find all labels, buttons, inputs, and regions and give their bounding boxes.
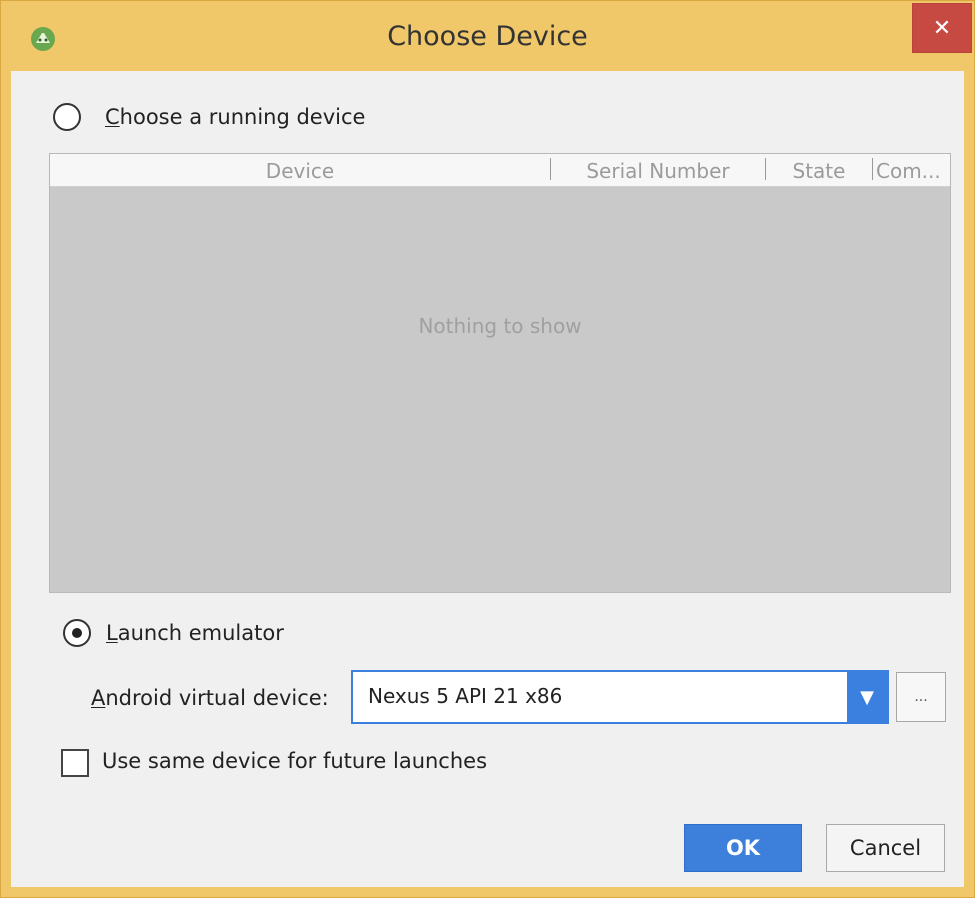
ok-button[interactable]: OK [684, 824, 802, 872]
device-table[interactable]: Device Serial Number State Com... Nothin… [49, 153, 951, 593]
cancel-button[interactable]: Cancel [826, 824, 945, 872]
choose-running-device-radio[interactable] [53, 103, 81, 131]
close-button[interactable]: ✕ [912, 3, 972, 53]
choose-device-dialog: Choose Device ✕ Choose a running device … [0, 0, 975, 898]
column-header-compatible[interactable]: Com... [876, 154, 948, 186]
title-bar[interactable]: Choose Device ✕ [1, 1, 974, 71]
device-table-header: Device Serial Number State Com... [50, 154, 950, 187]
column-header-serial-number[interactable]: Serial Number [551, 154, 765, 186]
android-virtual-device-select[interactable]: Nexus 5 API 21 x86 ▼ [351, 670, 889, 724]
column-header-state[interactable]: State [766, 154, 872, 186]
empty-table-message: Nothing to show [418, 314, 582, 338]
dialog-title: Choose Device [387, 21, 588, 52]
android-virtual-device-label: Android virtual device: [91, 686, 329, 710]
use-same-device-checkbox[interactable] [61, 749, 89, 777]
dropdown-arrow-button[interactable]: ▼ [847, 672, 887, 722]
selected-avd-value: Nexus 5 API 21 x86 [368, 684, 563, 708]
close-icon: ✕ [932, 15, 952, 41]
launch-emulator-label[interactable]: Launch emulator [106, 621, 284, 645]
use-same-device-label[interactable]: Use same device for future launches [102, 749, 487, 773]
column-header-device[interactable]: Device [50, 154, 550, 186]
launch-emulator-radio[interactable] [63, 619, 91, 647]
browse-avd-button[interactable]: ... [896, 672, 946, 722]
column-separator[interactable] [872, 158, 873, 180]
dialog-content: Choose a running device Device Serial Nu… [11, 71, 964, 887]
chevron-down-icon: ▼ [860, 686, 874, 708]
choose-running-device-label[interactable]: Choose a running device [105, 105, 365, 129]
